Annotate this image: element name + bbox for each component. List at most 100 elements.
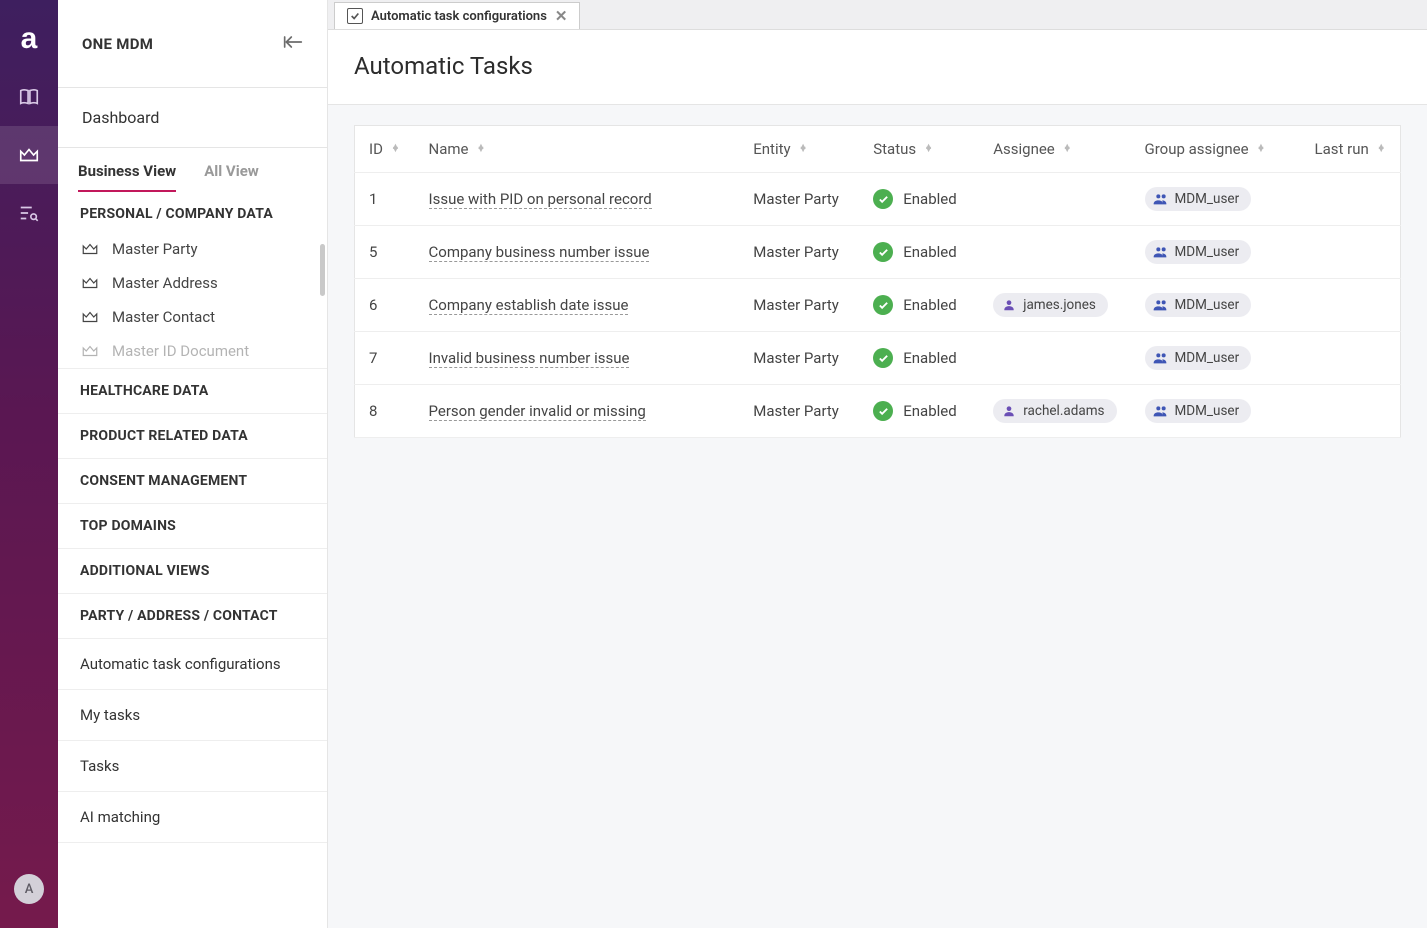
sidebar-item-master-id-doc[interactable]: Master ID Document (58, 334, 327, 368)
sidebar-link-auto-task-config[interactable]: Automatic task configurations (58, 639, 327, 690)
users-icon (1153, 297, 1169, 313)
sidebar-item-master-address[interactable]: Master Address (58, 266, 327, 300)
task-name-link[interactable]: Invalid business number issue (429, 349, 630, 368)
section-additional-views[interactable]: ADDITIONAL VIEWS (58, 549, 327, 594)
cell-assignee: rachel.adams (979, 385, 1130, 438)
main-content: Automatic task configurations ✕ Automati… (328, 0, 1427, 928)
group-name: MDM_user (1175, 350, 1240, 366)
col-status[interactable]: Status▲▼ (859, 126, 979, 173)
rail-logo[interactable]: a (0, 10, 58, 68)
sort-icon: ▲▼ (476, 146, 485, 152)
sort-icon: ▲▼ (1257, 146, 1266, 152)
table-row[interactable]: 7 Invalid business number issue Master Par… (355, 332, 1401, 385)
table-row[interactable]: 5Company business number issueMaster Par… (355, 226, 1401, 279)
task-name-link[interactable]: Person gender invalid or missing (429, 402, 646, 421)
table-row[interactable]: 6Company establish date issueMaster Part… (355, 279, 1401, 332)
cell-lastrun (1301, 279, 1401, 332)
tab-auto-task-config[interactable]: Automatic task configurations ✕ (334, 2, 580, 29)
task-name-link[interactable]: Company business number issue (429, 243, 650, 262)
cell-status: Enabled (859, 173, 979, 226)
cell-name: Company establish date issue (415, 279, 740, 332)
section-party-address-contact[interactable]: PARTY / ADDRESS / CONTACT (58, 594, 327, 639)
check-circle-icon (873, 189, 893, 209)
sidebar-header: ONE MDM (58, 0, 327, 88)
section-healthcare[interactable]: HEALTHCARE DATA (58, 368, 327, 414)
cell-assignee (979, 173, 1130, 226)
cell-id: 1 (355, 173, 415, 226)
status-text: Enabled (903, 349, 956, 367)
group-chip[interactable]: MDM_user (1145, 293, 1252, 317)
task-name-link[interactable]: Company establish date issue (429, 296, 629, 315)
cell-group: MDM_user (1131, 385, 1301, 438)
cell-entity: Master Party (739, 279, 859, 332)
sidebar-title: ONE MDM (82, 35, 153, 53)
group-chip[interactable]: MDM_user (1145, 187, 1252, 211)
sidebar-link-tasks[interactable]: Tasks (58, 741, 327, 792)
cell-entity: Master Party (739, 332, 859, 385)
table-row[interactable]: 8Person gender invalid or missingMaster … (355, 385, 1401, 438)
status-text: Enabled (903, 243, 956, 261)
group-chip[interactable]: MDM_user (1145, 399, 1252, 423)
col-entity[interactable]: Entity▲▼ (739, 126, 859, 173)
sidebar-item-master-contact[interactable]: Master Contact (58, 300, 327, 334)
sort-icon: ▲▼ (924, 146, 933, 152)
sidebar-link-ai-matching[interactable]: AI matching (58, 792, 327, 843)
cell-group: MDM_user (1131, 173, 1301, 226)
table-row[interactable]: 1 Issue with PID on personal record Master… (355, 173, 1401, 226)
cell-status: Enabled (859, 385, 979, 438)
cell-name: Person gender invalid or missing (415, 385, 740, 438)
section-personal[interactable]: PERSONAL / COMPANY DATA (58, 192, 327, 228)
logo-letter: a (21, 22, 38, 56)
tasks-table: ID▲▼ Name▲▼ Entity▲▼ Status▲▼ Assignee▲▼… (354, 125, 1401, 438)
crown-icon (18, 144, 40, 166)
list-search-icon (18, 202, 40, 224)
tab-close-button[interactable]: ✕ (555, 7, 568, 25)
cell-entity: Master Party (739, 173, 859, 226)
col-name[interactable]: Name▲▼ (415, 126, 740, 173)
col-id[interactable]: ID▲▼ (355, 126, 415, 173)
section-product[interactable]: PRODUCT RELATED DATA (58, 414, 327, 459)
sort-icon: ▲▼ (799, 146, 808, 152)
avatar-letter: A (25, 882, 34, 897)
col-group[interactable]: Group assignee▲▼ (1131, 126, 1301, 173)
sidebar-link-my-tasks[interactable]: My tasks (58, 690, 327, 741)
cell-name: Invalid business number issue (415, 332, 740, 385)
dashboard-link[interactable]: Dashboard (58, 88, 327, 148)
users-icon (1153, 191, 1169, 207)
page-title-bar: Automatic Tasks (328, 30, 1427, 105)
rail-item-search[interactable] (0, 184, 58, 242)
cell-name: Company business number issue (415, 226, 740, 279)
assignee-chip[interactable]: james.jones (993, 293, 1108, 317)
cell-status: Enabled (859, 332, 979, 385)
sidebar-item-label: Master Contact (112, 308, 215, 326)
assignee-chip[interactable]: rachel.adams (993, 399, 1116, 423)
sidebar: ONE MDM Dashboard Business View All View… (58, 0, 328, 928)
col-assignee[interactable]: Assignee▲▼ (979, 126, 1130, 173)
crown-icon (80, 273, 100, 293)
cell-id: 8 (355, 385, 415, 438)
scrollbar-thumb[interactable] (320, 244, 325, 296)
tab-label: Automatic task configurations (371, 9, 547, 24)
tab-all-view[interactable]: All View (204, 162, 259, 192)
rail-item-master[interactable] (0, 126, 58, 184)
section-top-domains[interactable]: TOP DOMAINS (58, 504, 327, 549)
users-icon (1153, 350, 1169, 366)
section-consent[interactable]: CONSENT MANAGEMENT (58, 459, 327, 504)
task-name-link[interactable]: Issue with PID on personal record (429, 190, 652, 209)
cell-name: Issue with PID on personal record (415, 173, 740, 226)
col-lastrun[interactable]: Last run▲▼ (1301, 126, 1401, 173)
tab-bar: Automatic task configurations ✕ (328, 0, 1427, 30)
group-name: MDM_user (1175, 297, 1240, 313)
group-chip[interactable]: MDM_user (1145, 240, 1252, 264)
collapse-button[interactable] (283, 33, 303, 54)
avatar[interactable]: A (14, 874, 44, 904)
tab-business-view[interactable]: Business View (78, 162, 176, 192)
crown-icon (80, 307, 100, 327)
collapse-icon (283, 35, 303, 49)
cell-id: 7 (355, 332, 415, 385)
group-chip[interactable]: MDM_user (1145, 346, 1252, 370)
sort-icon: ▲▼ (391, 146, 400, 152)
rail-item-catalog[interactable] (0, 68, 58, 126)
cell-lastrun (1301, 385, 1401, 438)
sidebar-item-master-party[interactable]: Master Party (58, 232, 327, 266)
